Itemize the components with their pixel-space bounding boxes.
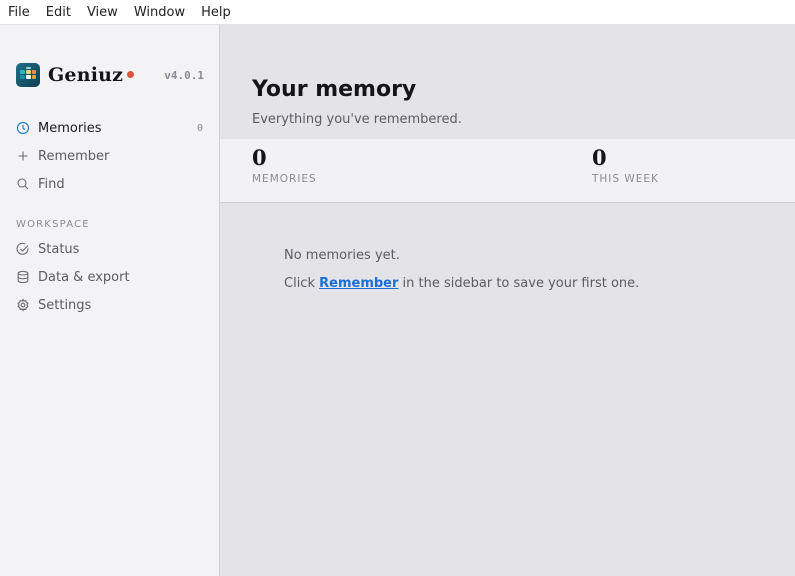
stat-label: MEMORIES	[252, 173, 317, 185]
sidebar-item-label: Status	[38, 241, 80, 257]
sidebar-item-status[interactable]: Status	[0, 235, 219, 263]
plus-icon	[16, 149, 30, 163]
page-subtitle: Everything you've remembered.	[252, 112, 462, 127]
remember-link[interactable]: Remember	[319, 276, 398, 291]
sidebar-item-label: Data & export	[38, 269, 130, 285]
sidebar-nav: Memories 0 Remember Find	[0, 114, 219, 198]
brand-name: Geniuz	[48, 64, 124, 86]
sidebar: Geniuz v4.0.1 Memories 0 Remember Find W…	[0, 25, 220, 576]
sidebar-item-label: Settings	[38, 297, 92, 313]
brand: Geniuz v4.0.1	[16, 63, 204, 87]
sidebar-item-label: Remember	[38, 148, 110, 164]
gear-icon	[16, 298, 30, 312]
sidebar-item-remember[interactable]: Remember	[0, 142, 219, 170]
app-logo-icon	[16, 63, 40, 87]
menu-help[interactable]: Help	[201, 5, 231, 20]
stat-label: THIS WEEK	[592, 173, 659, 185]
version-label: v4.0.1	[164, 68, 204, 82]
page-title: Your memory	[252, 77, 417, 102]
main-content: Your memory Everything you've remembered…	[220, 25, 795, 576]
search-icon	[16, 177, 30, 191]
status-dot	[127, 70, 135, 78]
memories-count: 0	[196, 122, 203, 134]
sidebar-item-settings[interactable]: Settings	[0, 291, 219, 319]
clock-icon	[16, 121, 30, 135]
check-circle-icon	[16, 242, 30, 256]
menu-view[interactable]: View	[87, 5, 118, 20]
workspace-nav: Status Data & export Settings	[0, 235, 219, 319]
menu-window[interactable]: Window	[134, 5, 185, 20]
menu-edit[interactable]: Edit	[46, 5, 71, 20]
menu-file[interactable]: File	[8, 5, 30, 20]
stat-this-week: 0 THIS WEEK	[592, 145, 659, 185]
sidebar-item-data-export[interactable]: Data & export	[0, 263, 219, 291]
stat-value: 0	[592, 145, 607, 170]
workspace-section-label: WORKSPACE	[16, 219, 90, 230]
empty-state-hint: Click Remember in the sidebar to save yo…	[284, 276, 639, 291]
database-icon	[16, 270, 30, 284]
sidebar-item-find[interactable]: Find	[0, 170, 219, 198]
hint-prefix: Click	[284, 276, 315, 291]
empty-state-title: No memories yet.	[284, 248, 400, 263]
stat-value: 0	[252, 145, 267, 170]
menu-bar: File Edit View Window Help	[0, 0, 795, 25]
sidebar-item-memories[interactable]: Memories 0	[0, 114, 219, 142]
stats-panel: 0 MEMORIES 0 THIS WEEK	[220, 139, 795, 203]
stat-memories: 0 MEMORIES	[252, 145, 317, 185]
sidebar-item-label: Memories	[38, 120, 102, 136]
hint-suffix: in the sidebar to save your first one.	[402, 276, 640, 291]
sidebar-item-label: Find	[38, 176, 65, 192]
